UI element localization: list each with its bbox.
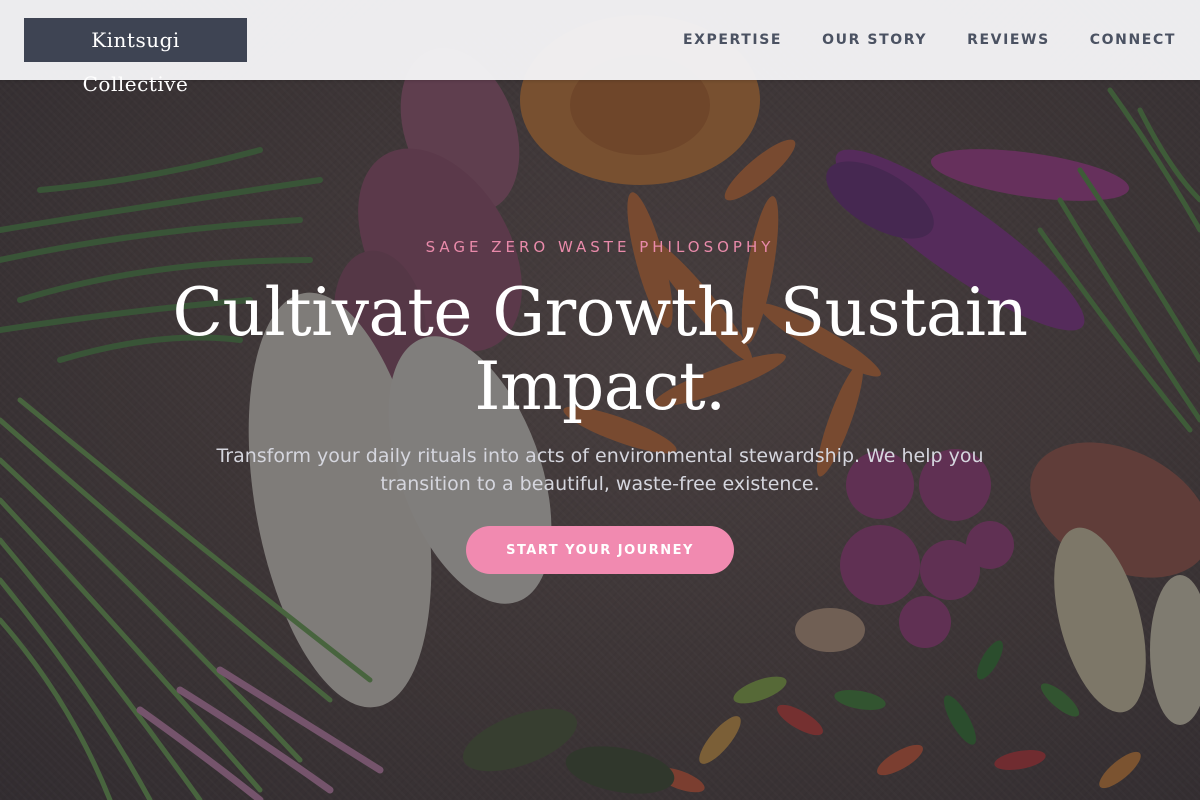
nav-link-expertise[interactable]: EXPERTISE [683,32,782,48]
site-logo[interactable]: Kintsugi Collective [24,18,247,96]
hero-subtext: Transform your daily rituals into acts o… [216,445,984,495]
hero-headline-line1: Cultivate Growth, Sustain [172,274,1028,351]
site-header: Kintsugi Collective EXPERTISE OUR STORY … [0,0,1200,96]
hero-headline-line2: Impact. [474,348,726,425]
nav-link-our-story[interactable]: OUR STORY [822,32,927,48]
hero-eyebrow: SAGE ZERO WASTE PHILOSOPHY [425,238,775,256]
main-navigation: EXPERTISE OUR STORY REVIEWS CONNECT [683,0,1176,80]
nav-link-connect[interactable]: CONNECT [1090,32,1176,48]
nav-link-reviews[interactable]: REVIEWS [967,32,1050,48]
hero-section: SAGE ZERO WASTE PHILOSOPHY Cultivate Gro… [0,80,1200,800]
start-journey-button[interactable]: START YOUR JOURNEY [466,526,734,574]
hero-headline: Cultivate Growth, Sustain Impact. [150,276,1050,424]
